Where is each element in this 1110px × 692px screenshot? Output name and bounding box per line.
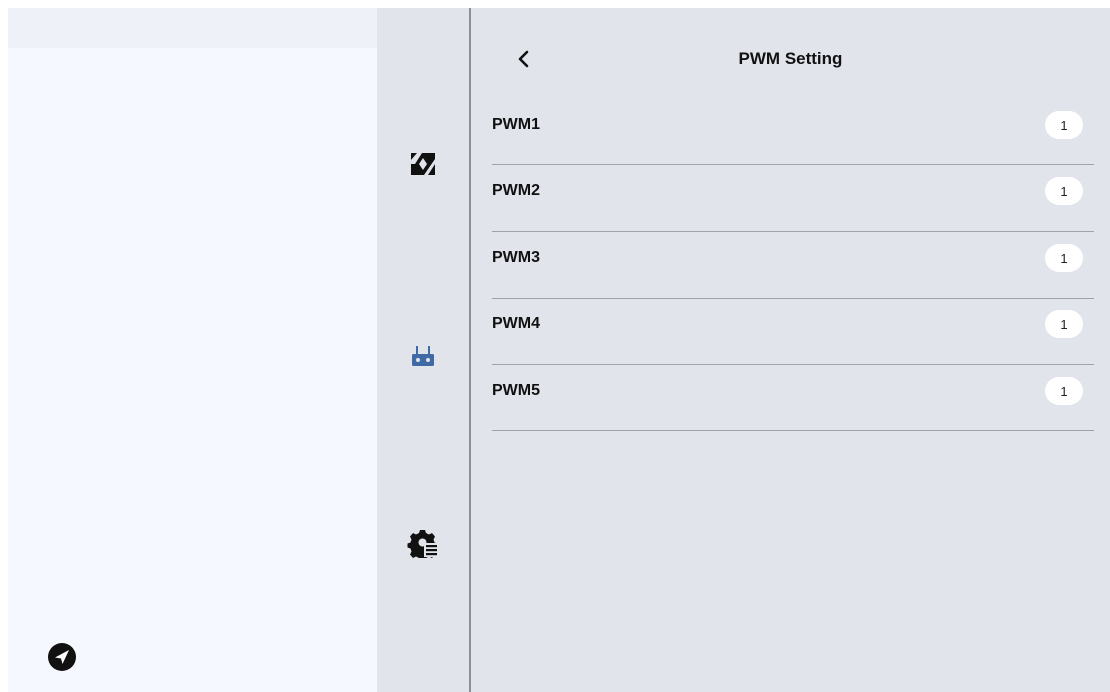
pwm-row-3[interactable]: PWM3 1 — [492, 232, 1094, 299]
camera-aperture-icon — [411, 153, 435, 175]
pwm-label: PWM5 — [492, 382, 540, 399]
pwm-value-badge[interactable]: 1 — [1045, 310, 1083, 338]
pwm-value-badge[interactable]: 1 — [1045, 111, 1083, 139]
pwm-label: PWM2 — [492, 182, 540, 199]
pwm-label: PWM3 — [492, 249, 540, 266]
pwm-row-2[interactable]: PWM2 1 — [492, 165, 1094, 232]
pwm-settings-panel: PWM Setting PWM1 1 PWM2 1 PWM3 1 PWM4 1 … — [471, 8, 1110, 692]
pwm-label: PWM1 — [492, 116, 540, 133]
pwm-value-badge[interactable]: 1 — [1045, 377, 1083, 405]
remote-controller-icon — [412, 346, 434, 366]
pwm-row-4[interactable]: PWM4 1 — [492, 298, 1094, 365]
left-topbar — [8, 8, 377, 48]
remote-controller-button[interactable] — [399, 332, 447, 380]
send-button[interactable] — [38, 633, 86, 681]
pwm-value-badge[interactable]: 1 — [1045, 244, 1083, 272]
settings-list-icon — [407, 530, 438, 558]
page-header: PWM Setting — [471, 38, 1110, 82]
pwm-row-1[interactable]: PWM1 1 — [492, 98, 1094, 165]
page-title: PWM Setting — [738, 49, 843, 68]
pwm-label: PWM4 — [492, 315, 540, 332]
system-settings-button[interactable] — [399, 518, 447, 566]
left-panel — [8, 8, 377, 692]
pwm-value-badge[interactable]: 1 — [1045, 177, 1083, 205]
icon-rail — [377, 8, 469, 692]
pwm-row-5[interactable]: PWM5 1 — [492, 364, 1094, 431]
send-icon — [48, 643, 76, 671]
camera-settings-button[interactable] — [399, 140, 447, 188]
